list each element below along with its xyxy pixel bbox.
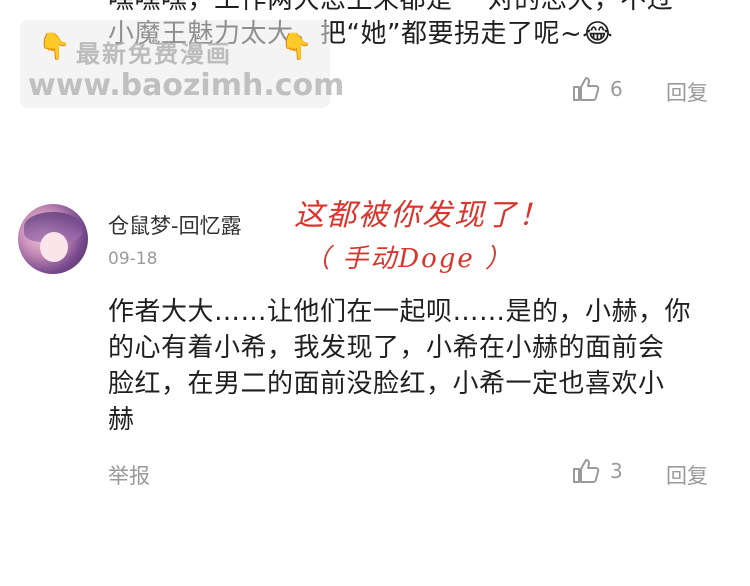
reply-button[interactable]: 回复 (666, 77, 708, 107)
pointing-hand-icon: 👇 (38, 32, 71, 62)
comment-line: 赫 (108, 405, 135, 435)
thumbs-up-icon (573, 459, 600, 483)
like-button[interactable]: 6 (572, 76, 623, 102)
watermark-url: www.baozimh.com (28, 68, 345, 103)
like-count: 6 (610, 77, 623, 101)
comment-line: 脸红，在男二的面前没脸红，小希一定也喜欢小 (108, 369, 665, 399)
watermark-text: 最新免费漫画 (76, 40, 232, 68)
like-button[interactable]: 3 (572, 458, 623, 484)
comment-date: 09-18 (108, 249, 158, 269)
reply-button[interactable]: 回复 (666, 460, 708, 490)
username[interactable]: 仓鼠梦-回忆露 (108, 210, 242, 240)
comment-line: 的心有着小希，我发现了，小希在小赫的面前会 (108, 333, 665, 363)
report-button[interactable]: 举报 (108, 460, 150, 490)
avatar[interactable] (18, 204, 88, 274)
pointing-hand-icon: 👇 (280, 32, 313, 62)
comment-line: 作者大大……让他们在一起呗……是的，小赫，你 (108, 297, 692, 327)
laughing-emoji-icon: 😂 (582, 19, 614, 49)
thumbs-up-icon (573, 77, 600, 101)
annotation-line1: 这都被你发现了！ (294, 198, 550, 233)
like-count: 3 (610, 459, 623, 483)
annotation-line2: （ 手动Doge ） (304, 244, 514, 274)
